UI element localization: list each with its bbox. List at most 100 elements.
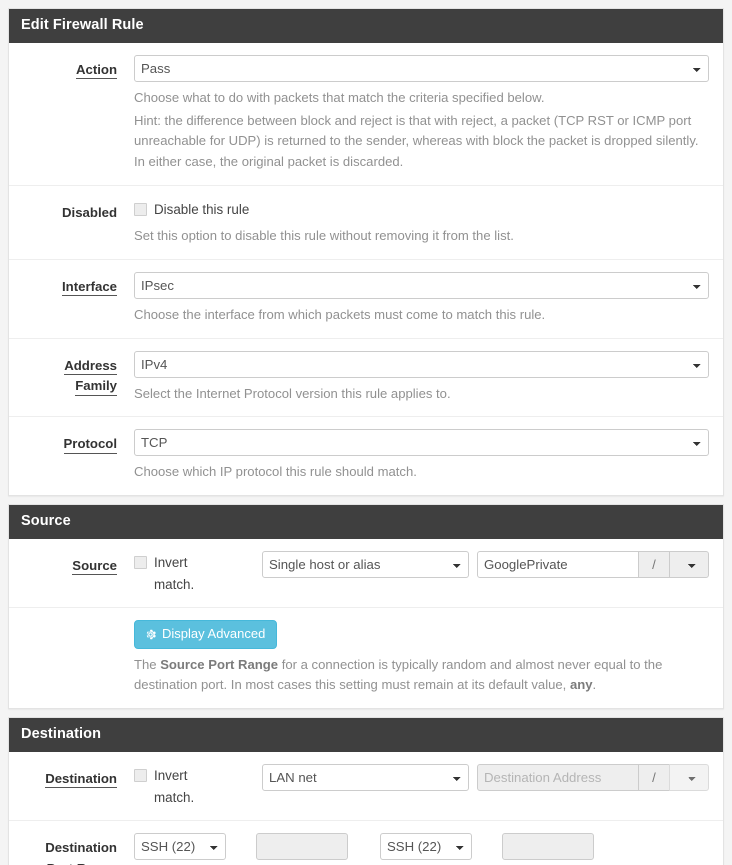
label-destination-text: Destination bbox=[45, 771, 117, 789]
label-interface-text: Interface bbox=[62, 279, 117, 297]
destination-mask-col bbox=[669, 763, 709, 791]
form-group-address-family: Address Family IPv4 Select the Internet … bbox=[9, 339, 723, 418]
form-group-destination: Destination Invert match. LAN net Destin… bbox=[9, 752, 723, 822]
form-group-interface: Interface IPsec Choose the interface fro… bbox=[9, 260, 723, 339]
label-action: Action bbox=[9, 55, 127, 80]
label-address-family: Address Family bbox=[9, 351, 127, 397]
source-mask-select[interactable] bbox=[669, 550, 709, 578]
dest-port-from-custom-cell: Custom bbox=[256, 833, 380, 865]
label-source-advanced-spacer bbox=[9, 620, 127, 625]
field-destination-port-range: SSH (22) From Custom SSH (22) bbox=[127, 833, 723, 865]
label-destination-port-range: Destination Port Range bbox=[9, 833, 127, 865]
label-source-text: Source bbox=[72, 558, 117, 576]
dest-port-from-cell: SSH (22) From bbox=[134, 833, 256, 865]
source-type-col: Single host or alias bbox=[262, 550, 477, 578]
interface-select[interactable]: IPsec bbox=[134, 271, 709, 299]
field-action: Pass Choose what to do with packets that… bbox=[127, 54, 723, 173]
destination-type-col: LAN net bbox=[262, 763, 477, 791]
dest-port-to-cell: SSH (22) To bbox=[380, 833, 502, 865]
source-port-range-help: The Source Port Range for a connection i… bbox=[134, 655, 709, 696]
panel-edit-firewall-rule: Edit Firewall Rule Action Pass Choose wh… bbox=[8, 8, 724, 497]
source-slash-separator: / bbox=[639, 550, 669, 578]
label-action-text: Action bbox=[75, 62, 117, 80]
field-protocol: TCP Choose which IP protocol this rule s… bbox=[127, 429, 723, 483]
label-address-family-line1: Address bbox=[64, 358, 117, 376]
source-address-input[interactable] bbox=[477, 550, 639, 578]
firewall-rule-edit-screen: Edit Firewall Rule Action Pass Choose wh… bbox=[0, 0, 732, 865]
gear-icon bbox=[144, 628, 157, 641]
dest-port-to-custom-input[interactable] bbox=[502, 833, 594, 861]
action-help-line1: Choose what to do with packets that matc… bbox=[134, 89, 545, 105]
source-invert-checkbox[interactable] bbox=[134, 555, 147, 569]
label-destination: Destination bbox=[9, 764, 127, 789]
field-interface: IPsec Choose the interface from which pa… bbox=[127, 271, 723, 326]
field-source-advanced: Display Advanced The Source Port Range f… bbox=[127, 620, 723, 696]
action-select[interactable]: Pass bbox=[134, 54, 709, 82]
dest-port-from-custom-input[interactable] bbox=[256, 833, 348, 861]
destination-type-select[interactable]: LAN net bbox=[262, 763, 469, 791]
label-protocol: Protocol bbox=[9, 429, 127, 454]
address-family-select[interactable]: IPv4 bbox=[134, 350, 709, 378]
destination-invert-label: Invert match. bbox=[154, 767, 195, 805]
action-help-line2: Hint: the difference between block and r… bbox=[134, 112, 699, 169]
protocol-help: Choose which IP protocol this rule shoul… bbox=[134, 464, 417, 480]
panel-title-destination: Destination bbox=[9, 717, 723, 752]
disable-rule-checkbox-row[interactable]: Disable this rule bbox=[134, 198, 709, 221]
panel-source: Source Source Invert match. Single host … bbox=[8, 504, 724, 709]
address-family-help: Select the Internet Protocol version thi… bbox=[134, 385, 451, 401]
form-group-action: Action Pass Choose what to do with packe… bbox=[9, 43, 723, 186]
destination-port-range-row: SSH (22) From Custom SSH (22) bbox=[134, 833, 709, 865]
label-address-family-line2: Family bbox=[75, 378, 117, 396]
source-type-select[interactable]: Single host or alias bbox=[262, 550, 469, 578]
destination-invert-col: Invert match. bbox=[134, 764, 262, 808]
source-address-col: / bbox=[477, 550, 709, 578]
dest-port-from-select[interactable]: SSH (22) bbox=[134, 833, 226, 861]
label-destination-port-range-line2: Port Range bbox=[47, 859, 117, 865]
destination-invert-checkbox[interactable] bbox=[134, 768, 147, 782]
source-help-prefix: The bbox=[134, 656, 161, 672]
form-group-source: Source Invert match. Single host or alia… bbox=[9, 539, 723, 609]
destination-address-input[interactable] bbox=[477, 763, 639, 791]
label-interface: Interface bbox=[9, 272, 127, 297]
protocol-select[interactable]: TCP bbox=[134, 429, 709, 457]
field-destination: Invert match. LAN net / bbox=[127, 763, 723, 808]
label-protocol-text: Protocol bbox=[63, 436, 117, 454]
destination-slash-separator: / bbox=[639, 763, 669, 791]
disable-rule-checkbox[interactable] bbox=[134, 202, 147, 216]
form-group-destination-port-range: Destination Port Range SSH (22) From bbox=[9, 821, 723, 865]
display-advanced-label: Display Advanced bbox=[162, 626, 266, 642]
form-group-protocol: Protocol TCP Choose which IP protocol th… bbox=[9, 417, 723, 495]
display-advanced-button[interactable]: Display Advanced bbox=[134, 620, 278, 649]
destination-invert-checkbox-row[interactable]: Invert match. bbox=[134, 764, 262, 808]
disabled-help: Set this option to disable this rule wit… bbox=[134, 228, 514, 244]
form-group-source-advanced: Display Advanced The Source Port Range f… bbox=[9, 608, 723, 708]
source-invert-label: Invert match. bbox=[154, 554, 195, 592]
destination-row: Invert match. LAN net / bbox=[134, 763, 709, 808]
source-row: Invert match. Single host or alias / bbox=[134, 550, 709, 595]
field-source: Invert match. Single host or alias / bbox=[127, 550, 723, 595]
disable-rule-label: Disable this rule bbox=[154, 201, 250, 217]
source-help-bold-any: any bbox=[569, 677, 593, 693]
interface-help: Choose the interface from which packets … bbox=[134, 306, 546, 322]
dest-port-to-custom-cell: Custom bbox=[502, 833, 626, 865]
source-help-bold-source-port-range: Source Port Range bbox=[160, 656, 279, 672]
destination-mask-select[interactable] bbox=[669, 763, 709, 791]
panel-destination: Destination Destination Invert match. LA… bbox=[8, 716, 724, 865]
label-disabled: Disabled bbox=[9, 198, 127, 223]
source-invert-checkbox-row[interactable]: Invert match. bbox=[134, 551, 262, 595]
form-group-disabled: Disabled Disable this rule Set this opti… bbox=[9, 186, 723, 260]
panel-title-edit-firewall-rule: Edit Firewall Rule bbox=[9, 9, 723, 43]
field-address-family: IPv4 Select the Internet Protocol versio… bbox=[127, 350, 723, 405]
label-source: Source bbox=[9, 551, 127, 576]
destination-address-col: / bbox=[477, 763, 709, 791]
label-destination-port-range-line1: Destination bbox=[45, 840, 117, 856]
panel-title-source: Source bbox=[9, 505, 723, 539]
source-help-suffix: . bbox=[592, 677, 597, 693]
panel-body-destination: Destination Invert match. LAN net Destin… bbox=[9, 751, 723, 865]
dest-port-to-select[interactable]: SSH (22) bbox=[380, 833, 472, 861]
source-mask-col bbox=[669, 550, 709, 578]
panel-body-source: Source Invert match. Single host or alia… bbox=[9, 538, 723, 708]
label-disabled-text: Disabled bbox=[62, 204, 117, 220]
field-disabled: Disable this rule Set this option to dis… bbox=[127, 198, 723, 247]
panel-body-edit-firewall-rule: Action Pass Choose what to do with packe… bbox=[9, 42, 723, 496]
